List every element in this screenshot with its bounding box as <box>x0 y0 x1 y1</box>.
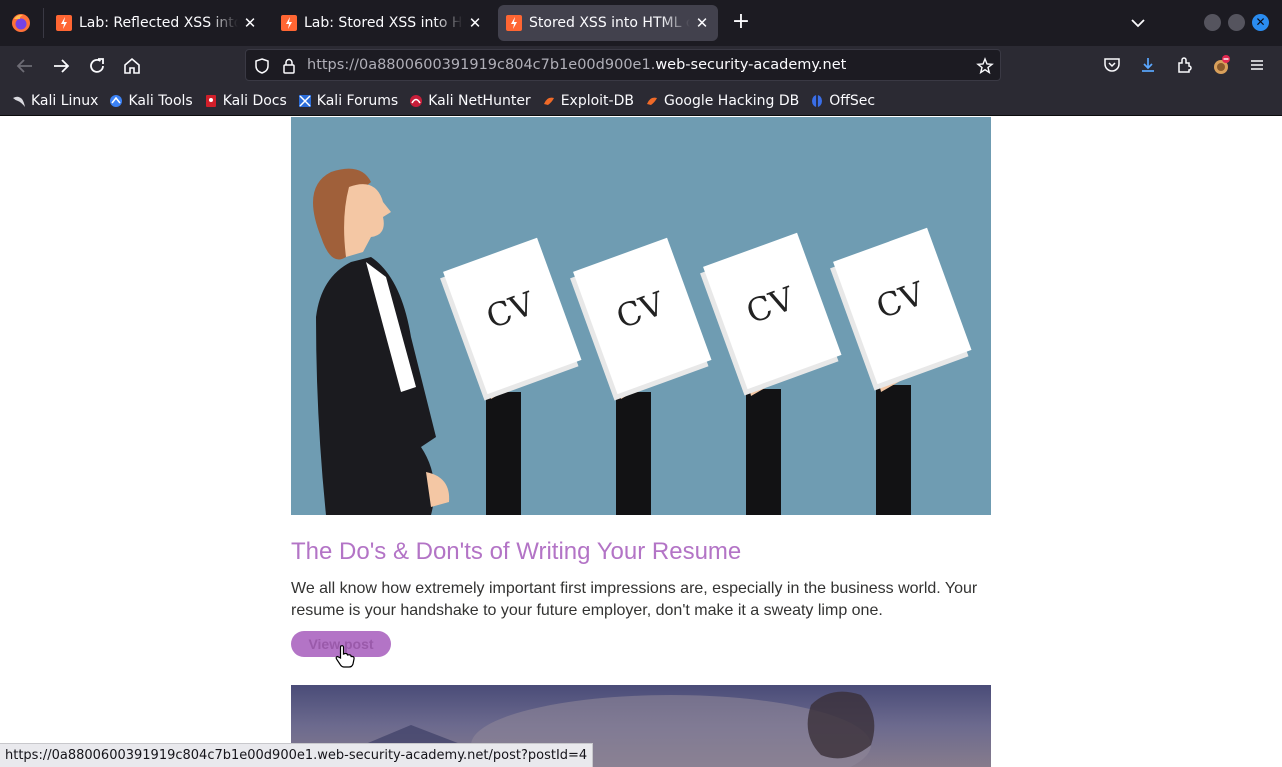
tab-title: Lab: Reflected XSS into HTML context wit… <box>79 15 238 31</box>
tracking-protection-shield-icon[interactable] <box>253 57 271 75</box>
tab-title: Stored XSS into HTML context with nothin… <box>529 15 690 31</box>
hand-pointer-cursor-icon <box>335 645 355 668</box>
extensions-icon[interactable] <box>1175 55 1195 75</box>
tab-separator <box>43 8 44 38</box>
offsec-icon <box>812 94 823 107</box>
exploit-db-icon <box>543 97 554 105</box>
bookmark-label: Kali Linux <box>31 92 99 109</box>
close-tab-icon[interactable]: ✕ <box>467 14 483 32</box>
bookmark-kali-forums[interactable]: Kali Forums <box>298 93 398 109</box>
woman-face <box>344 184 391 257</box>
bookmark-label: Google Hacking DB <box>663 92 800 109</box>
cv-arm-1: CV <box>440 237 582 515</box>
maximize-window-button[interactable] <box>1228 14 1245 31</box>
firefox-icon[interactable] <box>11 13 31 33</box>
cv-arm-3: CV <box>700 232 842 515</box>
bookmark-kali-linux[interactable]: Kali Linux <box>12 93 98 109</box>
lock-icon[interactable] <box>280 57 298 75</box>
portswigger-favicon-icon <box>506 15 522 31</box>
kali-tools-icon <box>110 94 123 107</box>
page-content: CV CV CV CV The Do's & Don'ts of Writing… <box>0 117 1282 767</box>
post-image[interactable]: CV CV CV CV <box>291 117 991 515</box>
portswigger-favicon-icon <box>281 15 297 31</box>
link-status-bar: https://0a8800600391919c804c7b1e00d900e1… <box>0 743 594 767</box>
tab-title: Lab: Stored XSS into HTML context with n… <box>304 15 463 31</box>
close-window-button[interactable]: ✕ <box>1252 14 1269 31</box>
account-avatar-icon[interactable] <box>1211 55 1231 75</box>
bookmark-kali-tools[interactable]: Kali Tools <box>109 92 193 109</box>
post-title[interactable]: The Do's & Don'ts of Writing Your Resume <box>291 538 741 566</box>
url-text[interactable]: https://0a8800600391919c804c7b1e00d900e1… <box>307 57 846 73</box>
bookmark-offsec[interactable]: OffSec <box>810 93 875 109</box>
portswigger-favicon-icon <box>56 15 72 31</box>
bookmark-label: Kali NetHunter <box>428 92 531 109</box>
forward-icon[interactable] <box>49 54 73 78</box>
cv-arm-4: CV <box>830 227 972 515</box>
bookmark-exploit-db[interactable]: Exploit-DB <box>542 93 634 109</box>
minimize-window-button[interactable] <box>1204 14 1221 31</box>
kali-forums-icon <box>298 94 311 107</box>
bookmarks-toolbar: Kali Linux Kali Tools Kali Docs Kali For… <box>0 86 1282 116</box>
close-tab-icon[interactable]: ✕ <box>694 14 710 32</box>
bookmark-label: Kali Forums <box>316 92 399 109</box>
bookmark-star-icon[interactable] <box>976 57 994 75</box>
kali-dragon-icon <box>13 96 25 107</box>
bookmark-label: Kali Tools <box>128 92 193 109</box>
kali-docs-icon <box>205 94 216 107</box>
tab-stored-xss[interactable]: Lab: Stored XSS into HTML context with n… <box>273 5 491 41</box>
tab-stored-xss-active[interactable]: Stored XSS into HTML context with nothin… <box>498 5 718 41</box>
ghdb-icon <box>646 97 657 105</box>
menu-hamburger-icon[interactable] <box>1247 55 1267 75</box>
bookmark-kali-docs[interactable]: Kali Docs <box>204 93 287 109</box>
cv-arm-2: CV <box>570 237 712 515</box>
resume-illustration: CV CV CV CV <box>313 168 972 515</box>
bookmark-kali-nethunter[interactable]: Kali NetHunter <box>409 92 531 109</box>
navigation-toolbar: https://0a8800600391919c804c7b1e00d900e1… <box>0 46 1282 86</box>
bookmark-label: OffSec <box>829 92 876 109</box>
bookmark-label: Exploit-DB <box>560 92 634 109</box>
home-icon[interactable] <box>120 54 144 78</box>
back-icon[interactable] <box>13 54 37 78</box>
address-bar[interactable]: https://0a8800600391919c804c7b1e00d900e1… <box>245 49 1001 81</box>
post-summary: We all know how extremely important firs… <box>291 580 978 619</box>
bookmark-label: Kali Docs <box>222 92 287 109</box>
pocket-icon[interactable] <box>1102 55 1122 75</box>
bookmark-google-hacking-db[interactable]: Google Hacking DB <box>645 93 799 109</box>
tab-bar: Lab: Reflected XSS into HTML context wit… <box>0 0 1282 46</box>
tab-reflected-xss[interactable]: Lab: Reflected XSS into HTML context wit… <box>48 5 266 41</box>
reload-icon[interactable] <box>85 54 109 78</box>
url-domain: web-security-academy.net <box>655 57 847 73</box>
downloads-icon[interactable] <box>1138 55 1158 75</box>
new-tab-button[interactable]: + <box>730 11 752 33</box>
close-tab-icon[interactable]: ✕ <box>242 14 258 32</box>
list-all-tabs-icon[interactable] <box>1128 13 1148 33</box>
nethunter-icon <box>410 94 423 107</box>
url-prefix: https://0a8800600391919c804c7b1e00d900e1… <box>307 57 656 73</box>
